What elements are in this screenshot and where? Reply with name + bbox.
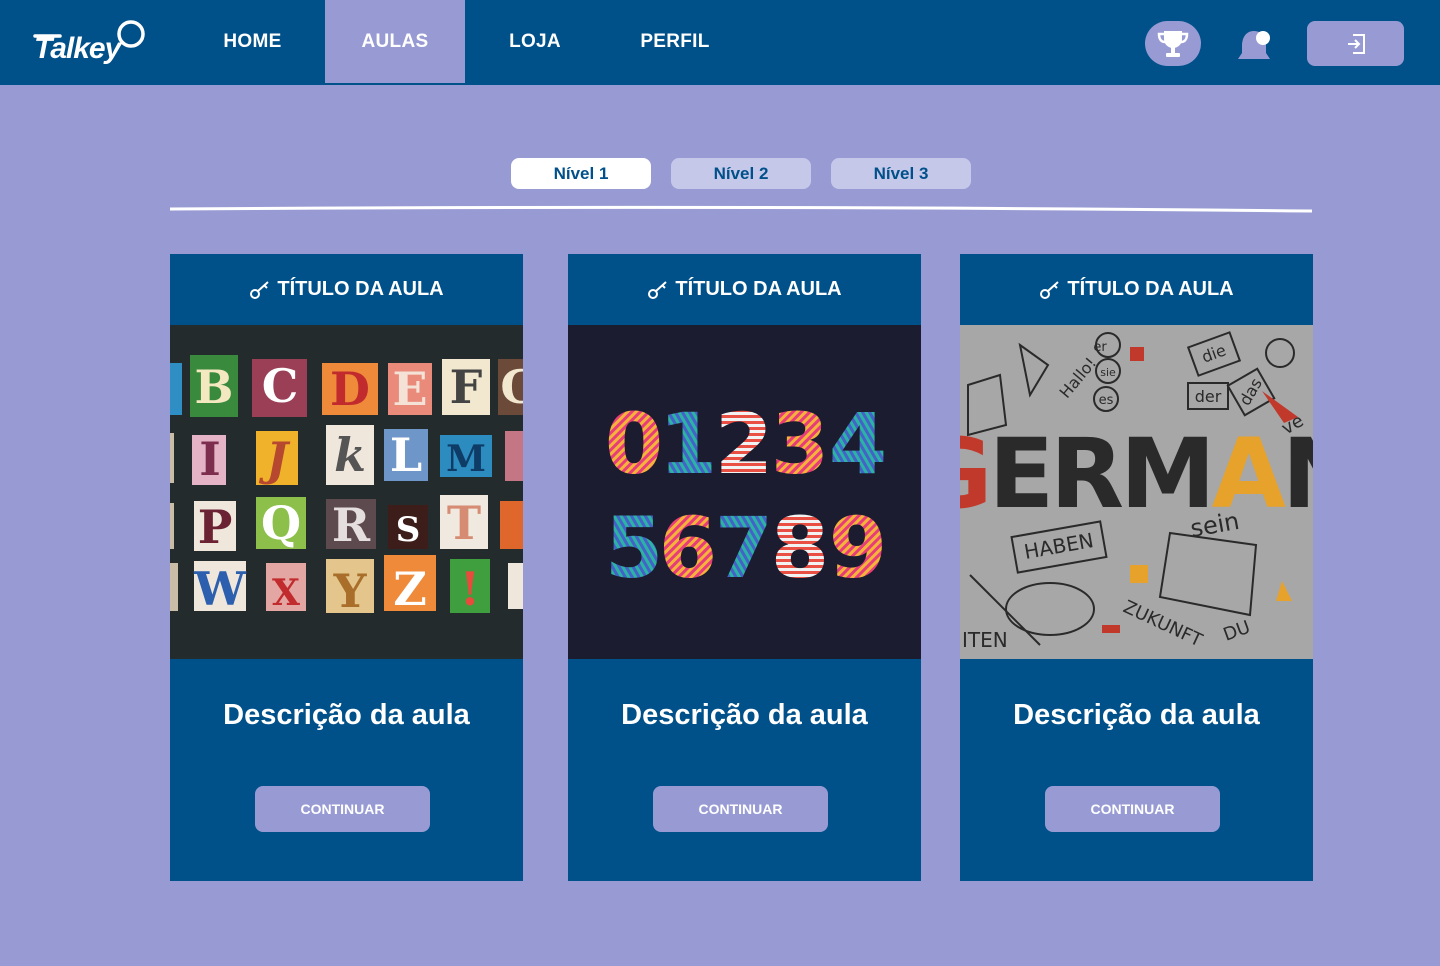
colorful-numbers-image: 0 1 2 3 4 5 6 7 8 9	[568, 325, 921, 659]
svg-text:0: 0	[605, 395, 663, 493]
tab-aulas[interactable]: AULAS	[325, 0, 465, 83]
logout-button[interactable]	[1307, 21, 1404, 66]
svg-text:9: 9	[829, 499, 887, 597]
german-doodles-image: GERMAN Hallo! er sie es die der das HABE…	[960, 325, 1313, 659]
alphabet-letters-image: B C D E F G I J k L M P Q R S T W X Y Z …	[170, 325, 523, 659]
svg-text:W: W	[193, 562, 247, 616]
key-icon	[648, 280, 668, 299]
svg-text:S: S	[396, 510, 421, 550]
card-header: TÍTULO DA AULA	[960, 254, 1313, 325]
svg-text:M: M	[446, 438, 486, 480]
doodle-word: er	[1093, 340, 1107, 355]
svg-text:GERMAN: GERMAN	[960, 418, 1313, 530]
tab-home[interactable]: HOME	[190, 0, 315, 83]
doodle-word: der	[1195, 387, 1222, 406]
svg-text:!: !	[460, 562, 480, 616]
level-1-tab[interactable]: Nível 1	[511, 158, 651, 189]
trophy-icon	[1157, 30, 1189, 57]
svg-text:4: 4	[829, 395, 887, 493]
top-navigation-bar: Talkey HOME AULAS LOJA PERFIL	[0, 0, 1440, 85]
svg-text:R: R	[332, 498, 371, 552]
svg-text:X: X	[272, 572, 300, 614]
key-icon	[250, 280, 270, 299]
svg-text:1: 1	[659, 395, 717, 493]
level-3-tab[interactable]: Nível 3	[831, 158, 971, 189]
svg-text:L: L	[390, 428, 422, 482]
doodle-word: ITEN	[962, 628, 1008, 652]
svg-text:Q: Q	[261, 496, 301, 550]
svg-text:T: T	[447, 496, 481, 550]
tab-perfil[interactable]: PERFIL	[610, 0, 740, 83]
card-description: Descrição da aula	[1013, 699, 1260, 731]
svg-text:P: P	[198, 500, 233, 554]
svg-text:2: 2	[715, 395, 773, 493]
svg-text:C: C	[262, 359, 299, 413]
level-2-tab[interactable]: Nível 2	[671, 158, 811, 189]
svg-text:F: F	[450, 360, 483, 414]
card-title: TÍTULO DA AULA	[675, 278, 842, 300]
lesson-card: TÍTULO DA AULA GERMAN	[960, 254, 1313, 881]
card-title: TÍTULO DA AULA	[1067, 278, 1234, 300]
svg-text:3: 3	[771, 395, 829, 493]
talkey-logo[interactable]: Talkey	[30, 14, 150, 72]
continue-button[interactable]: CONTINUAR	[255, 786, 430, 832]
logout-icon	[1347, 33, 1365, 54]
key-icon	[33, 20, 145, 48]
svg-text:Y: Y	[333, 564, 368, 618]
svg-text:I: I	[199, 432, 221, 486]
doodle-word: sie	[1100, 366, 1116, 379]
lesson-card: TÍTULO DA AULA B C D E F G I J k L M P Q…	[170, 254, 523, 881]
svg-text:6: 6	[659, 499, 717, 597]
trophy-button[interactable]	[1145, 21, 1201, 66]
svg-text:B: B	[195, 360, 234, 414]
notifications-button[interactable]	[1233, 26, 1275, 66]
card-title: TÍTULO DA AULA	[277, 278, 444, 300]
svg-text:k: k	[334, 428, 366, 482]
doodle-word: es	[1099, 393, 1114, 408]
card-description: Descrição da aula	[223, 699, 470, 731]
tab-loja[interactable]: LOJA	[470, 0, 600, 83]
level-divider	[170, 205, 1312, 213]
svg-text:5: 5	[605, 499, 663, 597]
svg-text:7: 7	[715, 499, 773, 597]
continue-button[interactable]: CONTINUAR	[1045, 786, 1220, 832]
svg-text:G: G	[500, 360, 523, 414]
bell-icon	[1238, 31, 1270, 59]
card-header: TÍTULO DA AULA	[170, 254, 523, 325]
svg-text:D: D	[330, 362, 370, 416]
svg-text:Z: Z	[393, 562, 427, 616]
svg-text:E: E	[392, 362, 427, 416]
key-icon	[1040, 280, 1060, 299]
lesson-card: TÍTULO DA AULA 0 1 2 3 4 5 6 7 8 9 Descr…	[568, 254, 921, 881]
svg-text:8: 8	[771, 499, 829, 597]
continue-button[interactable]: CONTINUAR	[653, 786, 828, 832]
card-description: Descrição da aula	[621, 699, 868, 731]
card-header: TÍTULO DA AULA	[568, 254, 921, 325]
